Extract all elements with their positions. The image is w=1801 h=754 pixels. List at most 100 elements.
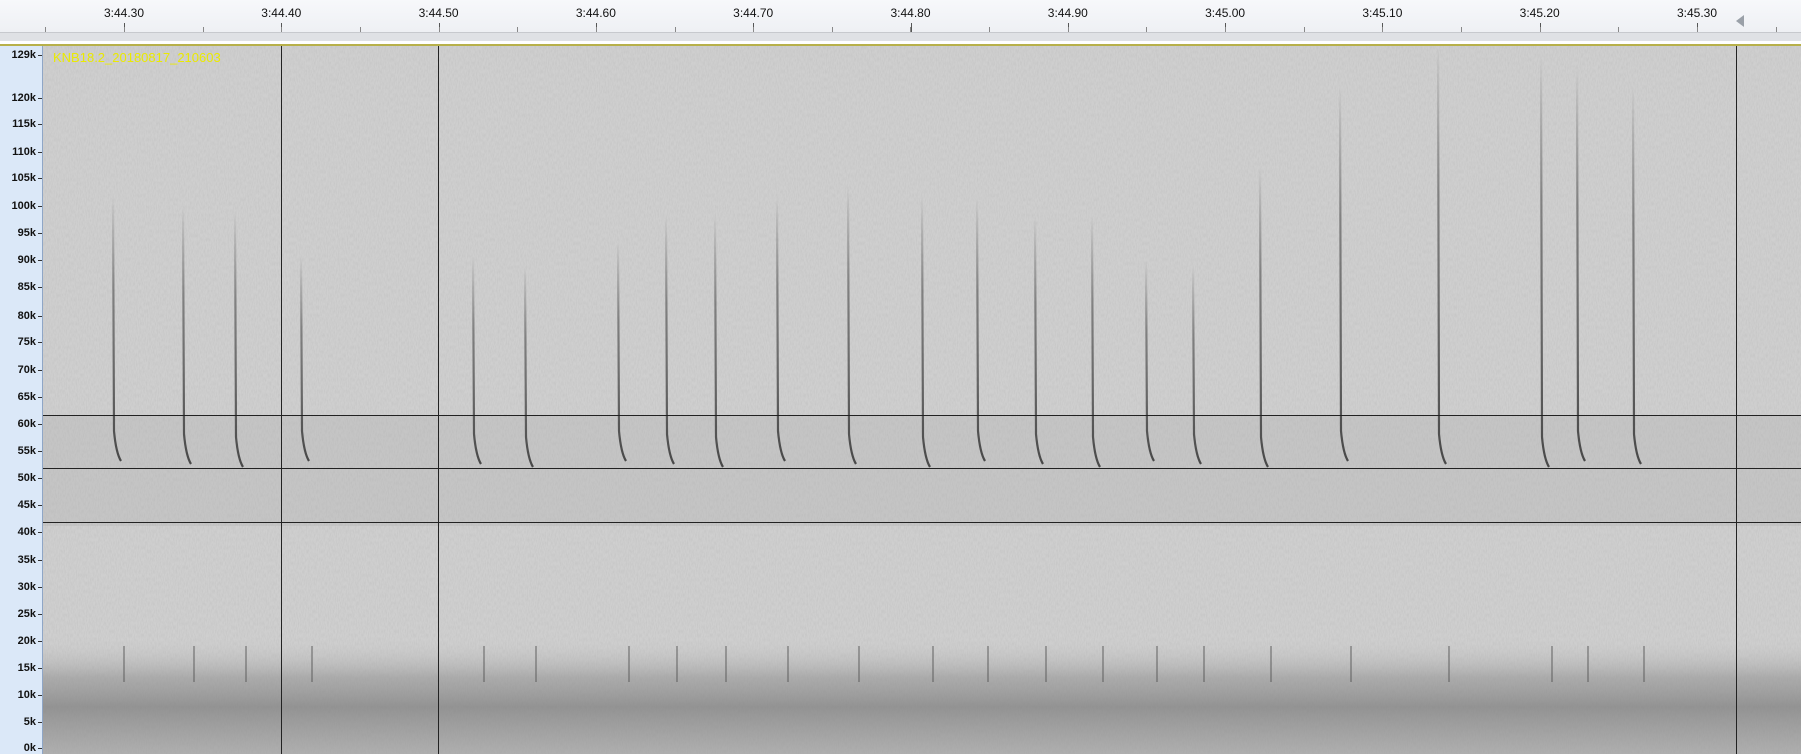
frequency-tick [38, 695, 42, 696]
guide-line-time-3[interactable] [1736, 46, 1737, 754]
frequency-label: 90k [17, 254, 36, 266]
playhead-marker-icon[interactable] [1736, 15, 1744, 27]
frequency-label: 45k [17, 499, 36, 511]
low-band-mark [628, 646, 630, 682]
frequency-label: 80k [17, 310, 36, 322]
frequency-tick [38, 614, 42, 615]
frequency-label: 35k [17, 554, 36, 566]
low-band-mark [1551, 646, 1553, 682]
frequency-label: 70k [17, 364, 36, 376]
frequency-tick [38, 722, 42, 723]
frequency-tick [38, 451, 42, 452]
frequency-axis: 129k 120k 115k 110k 105k 100k 95k 90k 85k 80k 75k 7… [0, 46, 43, 754]
low-band-mark [1045, 646, 1047, 682]
low-band-mark [725, 646, 727, 682]
ruler-scroll-strip[interactable] [0, 32, 1801, 41]
frequency-tick [38, 98, 42, 99]
frequency-label: 25k [17, 608, 36, 620]
frequency-label: 85k [17, 281, 36, 293]
low-band-mark [1643, 646, 1645, 682]
low-band-mark [245, 646, 247, 682]
frequency-tick [38, 124, 42, 125]
track-top-border [0, 44, 1801, 46]
guide-line-50k[interactable] [43, 468, 1801, 469]
frequency-label: 129k [11, 49, 36, 61]
low-band-mark [1448, 646, 1450, 682]
frequency-label: 10k [17, 689, 36, 701]
time-label: 3:44.70 [733, 6, 774, 20]
low-band-mark [1350, 646, 1352, 682]
frequency-tick [38, 397, 42, 398]
low-band-mark [1587, 646, 1589, 682]
frequency-label: 105k [11, 172, 36, 184]
frequency-tick [38, 560, 42, 561]
time-label: 3:44.60 [575, 6, 616, 20]
low-band-mark [787, 646, 789, 682]
guide-line-time-1[interactable] [281, 46, 282, 754]
frequency-tick [38, 748, 42, 749]
frequency-tick [38, 505, 42, 506]
frequency-tick [38, 641, 42, 642]
frequency-label: 100k [11, 200, 36, 212]
low-band-mark [676, 646, 678, 682]
frequency-label: 30k [17, 581, 36, 593]
frequency-label: 5k [23, 716, 36, 728]
low-band-mark [1156, 646, 1158, 682]
frequency-tick [38, 478, 42, 479]
time-label: 3:45.20 [1519, 6, 1560, 20]
frequency-tick [38, 206, 42, 207]
low-band-mark [123, 646, 125, 682]
low-band-mark [1203, 646, 1205, 682]
time-tick-major [911, 23, 912, 32]
low-band-mark [858, 646, 860, 682]
frequency-label: 75k [17, 336, 36, 348]
frequency-label: 65k [17, 391, 36, 403]
frequency-tick [38, 370, 42, 371]
low-band-mark [1102, 646, 1104, 682]
frequency-label: 60k [17, 418, 36, 430]
low-band-mark [1270, 646, 1272, 682]
timeline-ruler[interactable]: 3:44.30 3:44.40 3:44.50 3:44.60 3:44.70 3:44.… [0, 0, 1801, 41]
frequency-label: 50k [17, 472, 36, 484]
frequency-tick [38, 260, 42, 261]
time-label: 3:45.00 [1205, 6, 1246, 20]
frequency-label: 95k [17, 227, 36, 239]
frequency-label: 0k [23, 742, 36, 754]
frequency-label: 20k [17, 635, 36, 647]
time-label: 3:44.50 [418, 6, 459, 20]
frequency-tick [38, 316, 42, 317]
time-label: 3:45.10 [1362, 6, 1403, 20]
frequency-tick [38, 342, 42, 343]
frequency-label: 40k [17, 526, 36, 538]
frequency-tick [38, 668, 42, 669]
low-band-mark [311, 646, 313, 682]
frequency-label: 15k [17, 662, 36, 674]
frequency-tick [38, 178, 42, 179]
spectrogram-view[interactable] [43, 46, 1801, 754]
frequency-tick [38, 152, 42, 153]
frequency-tick [38, 55, 42, 56]
guide-line-time-2[interactable] [438, 46, 439, 754]
guide-line-60k[interactable] [43, 415, 1801, 416]
frequency-tick [38, 287, 42, 288]
low-band-mark [932, 646, 934, 682]
low-band-mark [987, 646, 989, 682]
frequency-tick [38, 587, 42, 588]
frequency-tick [38, 424, 42, 425]
frequency-tick [38, 233, 42, 234]
time-label: 3:44.80 [890, 6, 931, 20]
time-label: 3:45.30 [1676, 6, 1718, 20]
low-band-mark [535, 646, 537, 682]
frequency-label: 120k [11, 92, 36, 104]
frequency-label: 115k [12, 118, 36, 130]
spectrogram-image [43, 46, 1801, 754]
guide-line-40k[interactable] [43, 522, 1801, 523]
time-label: 3:44.30 [103, 6, 145, 20]
track-name-label: KNB18.2_20180817_210603 [53, 50, 221, 65]
low-band-mark [483, 646, 485, 682]
frequency-tick [38, 532, 42, 533]
time-label: 3:44.90 [1047, 6, 1088, 20]
time-label: 3:44.40 [261, 6, 302, 20]
frequency-label: 55k [17, 445, 36, 457]
frequency-label: 110k [12, 146, 36, 158]
